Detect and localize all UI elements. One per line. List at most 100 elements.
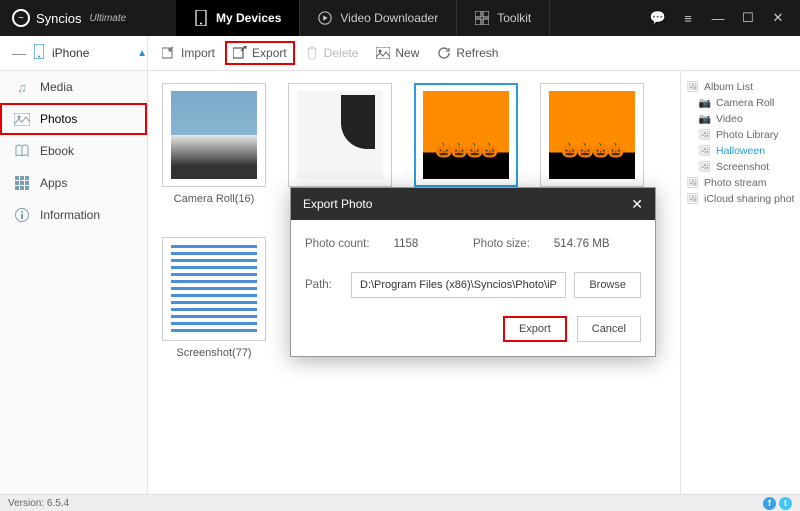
trash-icon: [305, 46, 319, 60]
thumb-frame: [162, 237, 266, 341]
rp-camera-roll[interactable]: 📷 Camera Roll: [687, 95, 794, 111]
tab-label: My Devices: [216, 11, 281, 25]
twitter-icon[interactable]: t: [779, 497, 792, 510]
button-label: Refresh: [456, 46, 498, 60]
photo-size-value: 514.76 MB: [554, 238, 610, 250]
version-label: Version: 6.5.4: [8, 498, 69, 509]
rp-label: iCloud sharing photo: [704, 193, 794, 205]
image-icon: 🖼: [699, 161, 711, 173]
image-icon: 🖼: [687, 193, 699, 205]
chevron-up-icon: ▲: [137, 48, 147, 59]
close-icon[interactable]: ✕: [770, 10, 786, 26]
tab-label: Video Downloader: [340, 11, 438, 25]
dialog-export-button[interactable]: Export: [503, 316, 567, 342]
rp-screenshot[interactable]: 🖼Screenshot: [687, 159, 794, 175]
rp-icloud-sharing[interactable]: 🖼 iCloud sharing photo: [687, 191, 794, 207]
sidebar: ♫ Media Photos Ebook Apps Information: [0, 71, 148, 494]
minimize-icon[interactable]: —: [710, 10, 726, 26]
thumb-label: Camera Roll(16): [174, 193, 255, 205]
image-icon: 🖼: [687, 81, 699, 93]
dialog-cancel-button[interactable]: Cancel: [577, 316, 641, 342]
app-logo: ~ Syncios Ultimate: [0, 9, 176, 27]
image-icon: 🖼: [687, 177, 699, 189]
tab-my-devices[interactable]: My Devices: [176, 0, 300, 36]
thumb-image: [171, 245, 257, 333]
new-button[interactable]: New: [368, 41, 427, 65]
rp-label: Album List: [704, 81, 753, 93]
tab-toolkit[interactable]: Toolkit: [457, 0, 550, 36]
refresh-button[interactable]: Refresh: [429, 41, 506, 65]
sidebar-item-ebook[interactable]: Ebook: [0, 135, 147, 167]
path-label: Path:: [305, 279, 343, 291]
export-button[interactable]: Export: [225, 41, 295, 65]
photos-icon: [14, 111, 30, 127]
rp-photo-stream[interactable]: 🖼 Photo stream: [687, 175, 794, 191]
book-icon: [14, 143, 30, 159]
rp-photo-library[interactable]: 🖼 Photo Library: [687, 127, 794, 143]
rp-halloween[interactable]: 🖼Halloween: [687, 143, 794, 159]
sidebar-item-apps[interactable]: Apps: [0, 167, 147, 199]
rp-video[interactable]: 📷Video: [687, 111, 794, 127]
import-icon: [162, 46, 176, 60]
statusbar: Version: 6.5.4 f t: [0, 494, 800, 511]
album-screenshot[interactable]: Screenshot(77): [162, 237, 266, 359]
thumb-frame: [414, 83, 518, 187]
sidebar-item-label: Information: [40, 208, 100, 222]
phone-icon: [34, 44, 44, 63]
sidebar-item-label: Ebook: [40, 144, 74, 158]
tab-label: Toolkit: [497, 11, 531, 25]
facebook-icon[interactable]: f: [763, 497, 776, 510]
tab-video-downloader[interactable]: Video Downloader: [300, 0, 457, 36]
thumb-image: [171, 91, 257, 179]
toolbar: Import Export Delete New Refresh: [148, 36, 506, 70]
sidebar-item-label: Media: [40, 80, 73, 94]
grid-icon: [475, 11, 489, 25]
button-label: Delete: [324, 46, 359, 60]
import-button[interactable]: Import: [154, 41, 223, 65]
camera-icon: 📷: [699, 97, 711, 109]
image-icon: 🖼: [699, 129, 711, 141]
delete-button[interactable]: Delete: [297, 41, 367, 65]
thumb-image: [297, 91, 383, 179]
device-selector[interactable]: — iPhone ▲: [0, 36, 148, 70]
dialog-close-button[interactable]: ✕: [631, 196, 643, 213]
rp-label: Video: [716, 113, 743, 125]
dialog-title: Export Photo: [303, 197, 372, 211]
app-name: Syncios: [36, 11, 82, 26]
sidebar-item-media[interactable]: ♫ Media: [0, 71, 147, 103]
dialog-stats: Photo count: 1158 Photo size: 514.76 MB: [305, 238, 641, 250]
message-icon[interactable]: 💬: [650, 10, 666, 26]
dialog-actions: Export Cancel: [305, 316, 641, 342]
menu-icon[interactable]: ≡: [680, 10, 696, 26]
browse-button[interactable]: Browse: [574, 272, 641, 298]
thumb-frame: [288, 83, 392, 187]
rp-label: Photo stream: [704, 177, 766, 189]
right-panel: 🖼 Album List 📷 Camera Roll 📷Video 🖼 Photo L…: [680, 71, 800, 494]
album-camera-roll[interactable]: Camera Roll(16): [162, 83, 266, 205]
path-input[interactable]: [351, 272, 566, 298]
app-edition: Ultimate: [90, 13, 127, 24]
button-label: Export: [252, 46, 287, 60]
sidebar-item-label: Photos: [40, 112, 77, 126]
play-circle-icon: [318, 11, 332, 25]
image-icon: 🖼: [699, 145, 711, 157]
dialog-body: Photo count: 1158 Photo size: 514.76 MB …: [291, 220, 655, 356]
syncios-logo-icon: ~: [12, 9, 30, 27]
device-name: iPhone: [52, 46, 129, 60]
apps-icon: [14, 175, 30, 191]
body: ♫ Media Photos Ebook Apps Information: [0, 71, 800, 494]
rp-album-list[interactable]: 🖼 Album List: [687, 79, 794, 95]
content-area: Camera Roll(16) Video(1) Photo Library(1…: [148, 71, 680, 494]
thumb-frame: [540, 83, 644, 187]
minus-icon: —: [12, 45, 26, 61]
maximize-icon[interactable]: ☐: [740, 10, 756, 26]
new-icon: [376, 46, 390, 60]
sidebar-item-information[interactable]: Information: [0, 199, 147, 231]
thumb-frame: [162, 83, 266, 187]
rp-label: Photo Library: [716, 129, 778, 141]
photo-size-label: Photo size:: [473, 238, 530, 250]
rp-label: Camera Roll: [716, 97, 774, 109]
photo-count-value: 1158: [394, 238, 419, 250]
sidebar-item-photos[interactable]: Photos: [0, 103, 147, 135]
thumb-image: [423, 91, 509, 179]
